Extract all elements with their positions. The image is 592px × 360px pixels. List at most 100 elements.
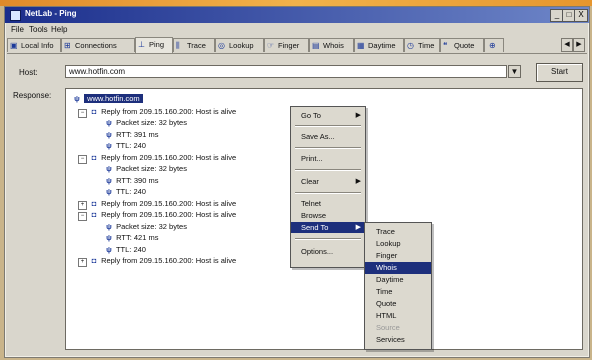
menu-send-to[interactable]: Send To ▶ xyxy=(291,222,365,233)
collapse-icon[interactable]: − xyxy=(78,108,87,118)
tab-bar: ▣ Local Info ⊞ Connections ⊥ Ping ⫼ Trace ◎ L… xyxy=(7,37,587,54)
send-to-finger[interactable]: Finger xyxy=(365,250,431,262)
tab-connections[interactable]: ⊞ Connections xyxy=(61,38,135,52)
host-dropdown-button[interactable]: ▼ xyxy=(508,65,521,78)
send-to-html[interactable]: HTML xyxy=(365,310,431,322)
app-window: NetLab - Ping _ □ X File Tools Help ▣ Loc… xyxy=(4,6,590,358)
reply-text: Reply from 209.15.160.200: Host is alive xyxy=(101,210,237,219)
reply-text: Reply from 209.15.160.200: Host is alive xyxy=(101,152,237,162)
connections-icon: ⊞ xyxy=(64,41,71,50)
send-to-services[interactable]: Services xyxy=(365,334,431,346)
tab-finger[interactable]: ☞ Finger xyxy=(264,38,309,52)
tab-daytime[interactable]: ▦ Daytime xyxy=(354,38,404,52)
detail-icon: ψ xyxy=(106,244,112,254)
app-icon xyxy=(10,10,21,21)
reply-icon: ◘ xyxy=(91,152,97,162)
menu-separator xyxy=(295,192,361,194)
reply-detail: ψ Packet size: 32 bytes xyxy=(104,222,187,231)
host-input[interactable]: www.hotfin.com xyxy=(65,65,507,78)
expand-icon[interactable]: + xyxy=(78,200,87,210)
menu-clear[interactable]: Clear ▶ xyxy=(291,176,365,187)
tab-time[interactable]: ◷ Time xyxy=(404,38,440,52)
send-to-time[interactable]: Time xyxy=(365,286,431,298)
tab-lookup[interactable]: ◎ Lookup xyxy=(215,38,264,52)
reply-text: Reply from 209.15.160.200: Host is alive xyxy=(101,106,237,116)
send-to-lookup[interactable]: Lookup xyxy=(365,238,431,250)
close-button[interactable]: X xyxy=(574,9,588,22)
send-to-trace[interactable]: Trace xyxy=(365,226,431,238)
reply-node[interactable]: + ◘ Reply from 209.15.160.200: Host is al… xyxy=(78,256,236,267)
tab-scroll-right-button[interactable]: ▶ xyxy=(573,38,585,52)
collapse-icon[interactable]: − xyxy=(78,154,87,164)
send-to-daytime[interactable]: Daytime xyxy=(365,274,431,286)
reply-detail: ψ TTL: 240 xyxy=(104,187,146,196)
context-menu: Go To ▶ Save As... Print... Clear ▶ Telnet… xyxy=(290,106,366,268)
detail-icon: ψ xyxy=(106,233,112,242)
detail-icon: ψ xyxy=(106,175,112,185)
reply-detail-text: TTL: 240 xyxy=(115,187,146,196)
reply-detail: ψ Packet size: 32 bytes xyxy=(104,164,187,173)
menu-bar: File Tools Help xyxy=(5,23,589,36)
reply-text: Reply from 209.15.160.200: Host is alive xyxy=(101,256,237,265)
tab-overflow[interactable]: ⊕ xyxy=(484,38,504,52)
collapse-icon[interactable]: − xyxy=(78,212,87,221)
send-to-whois[interactable]: Whois xyxy=(365,262,431,274)
submenu-arrow-icon: ▶ xyxy=(355,178,361,185)
detail-icon: ψ xyxy=(106,221,112,231)
reply-detail-text: Packet size: 32 bytes xyxy=(116,118,187,127)
more-tabs-icon: ⊕ xyxy=(489,41,496,50)
reply-detail-text: RTT: 390 ms xyxy=(116,175,159,185)
reply-node[interactable]: − ◘ Reply from 209.15.160.200: Host is al… xyxy=(78,107,236,118)
send-to-submenu: Trace Lookup Finger Whois Daytime Time Q… xyxy=(364,222,432,350)
reply-detail-text: TTL: 240 xyxy=(115,141,146,150)
whois-icon: ▤ xyxy=(312,41,320,50)
detail-icon: ψ xyxy=(106,141,112,150)
reply-node[interactable]: − ◘ Reply from 209.15.160.200: Host is al… xyxy=(78,153,236,164)
send-to-quote[interactable]: Quote xyxy=(365,298,431,310)
window-title: NetLab - Ping xyxy=(25,9,77,18)
send-to-source: Source xyxy=(376,323,400,332)
menu-help[interactable]: Help xyxy=(51,25,67,34)
tab-local-info[interactable]: ▣ Local Info xyxy=(7,38,61,52)
response-label: Response: xyxy=(13,91,52,100)
reply-detail: ψ TTL: 240 xyxy=(104,245,146,254)
menu-file[interactable]: File xyxy=(11,25,24,34)
tab-whois[interactable]: ▤ Whois xyxy=(309,38,354,52)
reply-icon: ◘ xyxy=(91,106,97,116)
tree-root-label: www.hotfin.com xyxy=(84,94,143,103)
detail-icon: ψ xyxy=(106,118,112,127)
response-tree[interactable]: ψ www.hotfin.com − ◘ Reply from 209.15.160… xyxy=(65,88,583,350)
menu-browse[interactable]: Browse xyxy=(291,210,365,221)
reply-detail-text: RTT: 421 ms xyxy=(116,233,159,242)
menu-separator xyxy=(295,169,361,171)
menu-tools[interactable]: Tools xyxy=(29,25,48,34)
menu-go-to[interactable]: Go To ▶ xyxy=(291,110,365,121)
detail-icon: ψ xyxy=(106,164,112,173)
reply-text: Reply from 209.15.160.200: Host is alive xyxy=(101,198,237,208)
detail-icon: ψ xyxy=(106,187,112,196)
menu-separator xyxy=(295,147,361,149)
start-button[interactable]: Start xyxy=(536,63,583,82)
clock-icon: ◷ xyxy=(407,41,414,50)
reply-node[interactable]: − ◘ Reply from 209.15.160.200: Host is al… xyxy=(78,210,236,221)
menu-separator xyxy=(295,125,361,127)
title-bar[interactable]: NetLab - Ping _ □ X xyxy=(5,7,589,23)
reply-node[interactable]: + ◘ Reply from 209.15.160.200: Host is al… xyxy=(78,199,236,210)
reply-detail-text: Packet size: 32 bytes xyxy=(116,221,187,231)
menu-options[interactable]: Options... xyxy=(291,246,365,257)
tree-root[interactable]: ψ www.hotfin.com xyxy=(72,94,143,103)
tab-trace[interactable]: ⫼ Trace xyxy=(173,38,215,52)
submenu-arrow-icon: ▶ xyxy=(355,224,361,231)
quote-icon: ❝ xyxy=(443,41,448,50)
menu-save-as[interactable]: Save As... xyxy=(291,131,365,142)
submenu-arrow-icon: ▶ xyxy=(355,112,361,119)
tab-ping[interactable]: ⊥ Ping xyxy=(135,37,173,53)
daytime-icon: ▦ xyxy=(357,41,365,50)
menu-print[interactable]: Print... xyxy=(291,153,365,164)
menu-separator xyxy=(295,238,361,240)
computer-icon: ▣ xyxy=(10,41,18,50)
menu-telnet[interactable]: Telnet xyxy=(291,198,365,209)
tab-quote[interactable]: ❝ Quote xyxy=(440,38,484,52)
tab-scroll-left-button[interactable]: ◀ xyxy=(561,38,573,52)
expand-icon[interactable]: + xyxy=(78,258,87,267)
